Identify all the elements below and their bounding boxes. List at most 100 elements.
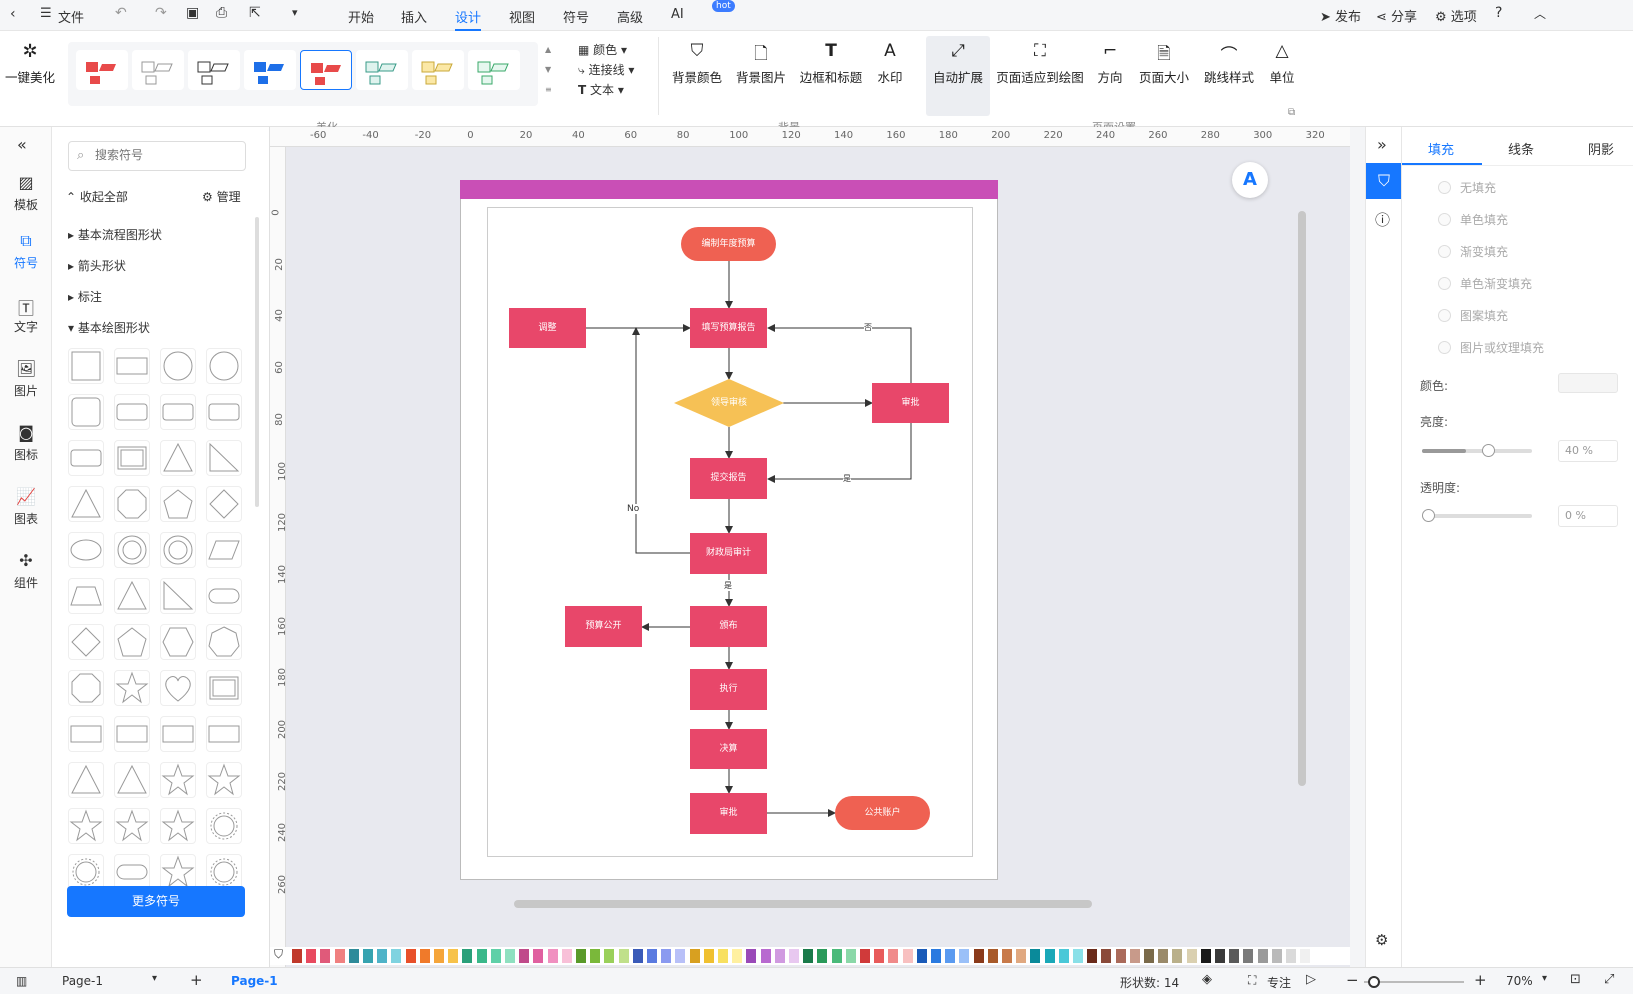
shape-thumb[interactable] (114, 854, 150, 890)
color-swatch[interactable] (1087, 949, 1098, 963)
shape-thumb[interactable] (114, 624, 150, 660)
shape-thumb[interactable] (68, 762, 104, 798)
canvas-vscrollbar[interactable] (1298, 211, 1306, 786)
color-swatch[interactable] (987, 949, 998, 963)
style-thumb-6[interactable] (356, 50, 408, 90)
shape-thumb[interactable] (114, 532, 150, 568)
page-dropdown-icon[interactable]: ▾ (152, 973, 157, 984)
shape-thumb[interactable] (114, 808, 150, 844)
color-swatch[interactable] (448, 949, 459, 963)
node-leader-review[interactable]: 领导审核 (674, 379, 784, 427)
fit-page-button[interactable]: ⛶ 页面适应到绘图 (996, 41, 1084, 86)
brightness-slider[interactable] (1422, 444, 1532, 457)
shape-thumb[interactable] (160, 394, 196, 430)
color-swatch[interactable] (1271, 949, 1282, 963)
shape-thumb[interactable] (68, 394, 104, 430)
color-swatch[interactable] (604, 949, 615, 963)
style-thumb-4[interactable] (244, 50, 296, 90)
options-button[interactable]: ⚙ 选项 (1435, 6, 1477, 25)
category-basic-drawing[interactable]: ▾ 基本绘图形状 (68, 319, 150, 336)
color-swatch[interactable] (718, 949, 728, 963)
color-swatch[interactable] (348, 949, 359, 963)
color-swatch[interactable] (1101, 949, 1112, 963)
bg-image-button[interactable]: 🗋 背景图片 (732, 41, 790, 86)
color-swatch[interactable] (1300, 949, 1311, 963)
tab-start[interactable]: 开始 (348, 7, 374, 26)
shape-thumb[interactable] (68, 578, 104, 614)
shape-thumb[interactable] (68, 808, 104, 844)
color-swatch[interactable] (505, 949, 515, 963)
color-swatch[interactable] (774, 949, 785, 963)
tab-advanced[interactable]: 高级 (617, 7, 643, 26)
zoom-out-icon[interactable]: − (1346, 971, 1359, 989)
settings-gear-icon[interactable]: ⚙ (1375, 931, 1388, 949)
more-dropdown-icon[interactable]: ▾ (292, 6, 298, 19)
color-swatch[interactable] (391, 949, 402, 963)
fullscreen-icon[interactable]: ⤢ (1604, 972, 1614, 987)
share-button[interactable]: ⋖ 分享 (1376, 6, 1417, 25)
node-approve-2[interactable]: 审批 (690, 793, 767, 834)
shape-thumb[interactable] (68, 670, 104, 706)
tab-fill[interactable]: 填充 (1428, 139, 1454, 158)
color-swatch[interactable] (632, 949, 643, 963)
category-arrows[interactable]: ▸ 箭头形状 (68, 257, 126, 274)
shape-thumb[interactable] (206, 394, 242, 430)
color-swatch[interactable] (1030, 949, 1041, 963)
gallery-scroll-icon[interactable]: ▲ ▼ ≡ (545, 45, 552, 95)
color-swatch[interactable] (306, 949, 317, 963)
style-thumb-1[interactable] (76, 50, 128, 90)
node-finance-audit[interactable]: 财政局审计 (690, 533, 767, 574)
manage-button[interactable]: ⚙ 管理 (202, 188, 241, 205)
color-swatch[interactable] (831, 949, 842, 963)
shape-thumb[interactable] (114, 670, 150, 706)
color-swatch[interactable] (1115, 949, 1126, 963)
node-publish[interactable]: 颁布 (690, 606, 767, 647)
nav-component[interactable]: ✣ 组件 (0, 551, 52, 591)
node-public[interactable]: 预算公开 (565, 606, 642, 647)
color-swatch[interactable] (1243, 949, 1254, 963)
color-swatch[interactable] (1144, 949, 1154, 963)
color-swatch[interactable] (959, 949, 970, 963)
shape-thumb[interactable] (68, 440, 104, 476)
ai-assistant-icon[interactable]: A (1232, 162, 1268, 198)
help-icon[interactable]: ? (1495, 5, 1502, 21)
shape-thumb[interactable] (68, 854, 104, 890)
color-swatch[interactable] (874, 949, 885, 963)
shape-thumb[interactable] (114, 762, 150, 798)
color-swatch[interactable] (519, 949, 530, 963)
nav-chart[interactable]: 📈 图表 (0, 487, 52, 527)
brightness-knob[interactable] (1482, 444, 1495, 457)
page-canvas[interactable]: 编制年度预算 填写预算报告 调整 领导审核 审批 提交报告 财政局审计 颁布 预… (460, 180, 998, 880)
focus-mode-icon[interactable]: ⛶ (1248, 973, 1256, 988)
node-submit[interactable]: 提交报告 (690, 458, 767, 499)
fill-dropper-icon[interactable]: ⛉ (274, 947, 283, 962)
color-swatch[interactable] (732, 949, 743, 963)
tab-view[interactable]: 视图 (509, 7, 535, 26)
color-swatch[interactable] (561, 949, 572, 963)
tab-line[interactable]: 线条 (1508, 139, 1534, 158)
color-swatch[interactable] (419, 949, 430, 963)
color-swatch[interactable] (533, 949, 544, 963)
shape-thumb[interactable] (160, 486, 196, 522)
zoom-dropdown-icon[interactable]: ▾ (1542, 973, 1547, 984)
collapse-left-icon[interactable]: « (17, 135, 27, 154)
shape-thumb[interactable] (160, 670, 196, 706)
search-input[interactable] (95, 148, 235, 162)
opt-single-gradient[interactable]: 单色渐变填充 (1438, 275, 1532, 292)
color-swatch[interactable] (576, 949, 586, 963)
color-swatch[interactable] (1200, 949, 1211, 963)
opt-gradient-fill[interactable]: 渐变填充 (1438, 243, 1508, 260)
beautify-button[interactable]: ✲ 一键美化 (4, 41, 56, 86)
more-symbols-button[interactable]: 更多符号 (67, 886, 245, 917)
color-swatch[interactable] (1016, 949, 1027, 963)
color-swatch[interactable] (320, 949, 331, 963)
shape-thumb[interactable] (114, 486, 150, 522)
zoom-level[interactable]: 70% (1506, 974, 1533, 988)
search-box[interactable]: ⌕ (68, 141, 246, 171)
zoom-knob[interactable] (1368, 976, 1380, 988)
color-swatch[interactable] (973, 949, 984, 963)
color-swatch[interactable] (703, 949, 714, 963)
connector-dropdown[interactable]: ⤷ 连接线 ▾ (578, 61, 634, 78)
color-swatch[interactable] (845, 949, 856, 963)
shape-thumb[interactable] (206, 670, 242, 706)
